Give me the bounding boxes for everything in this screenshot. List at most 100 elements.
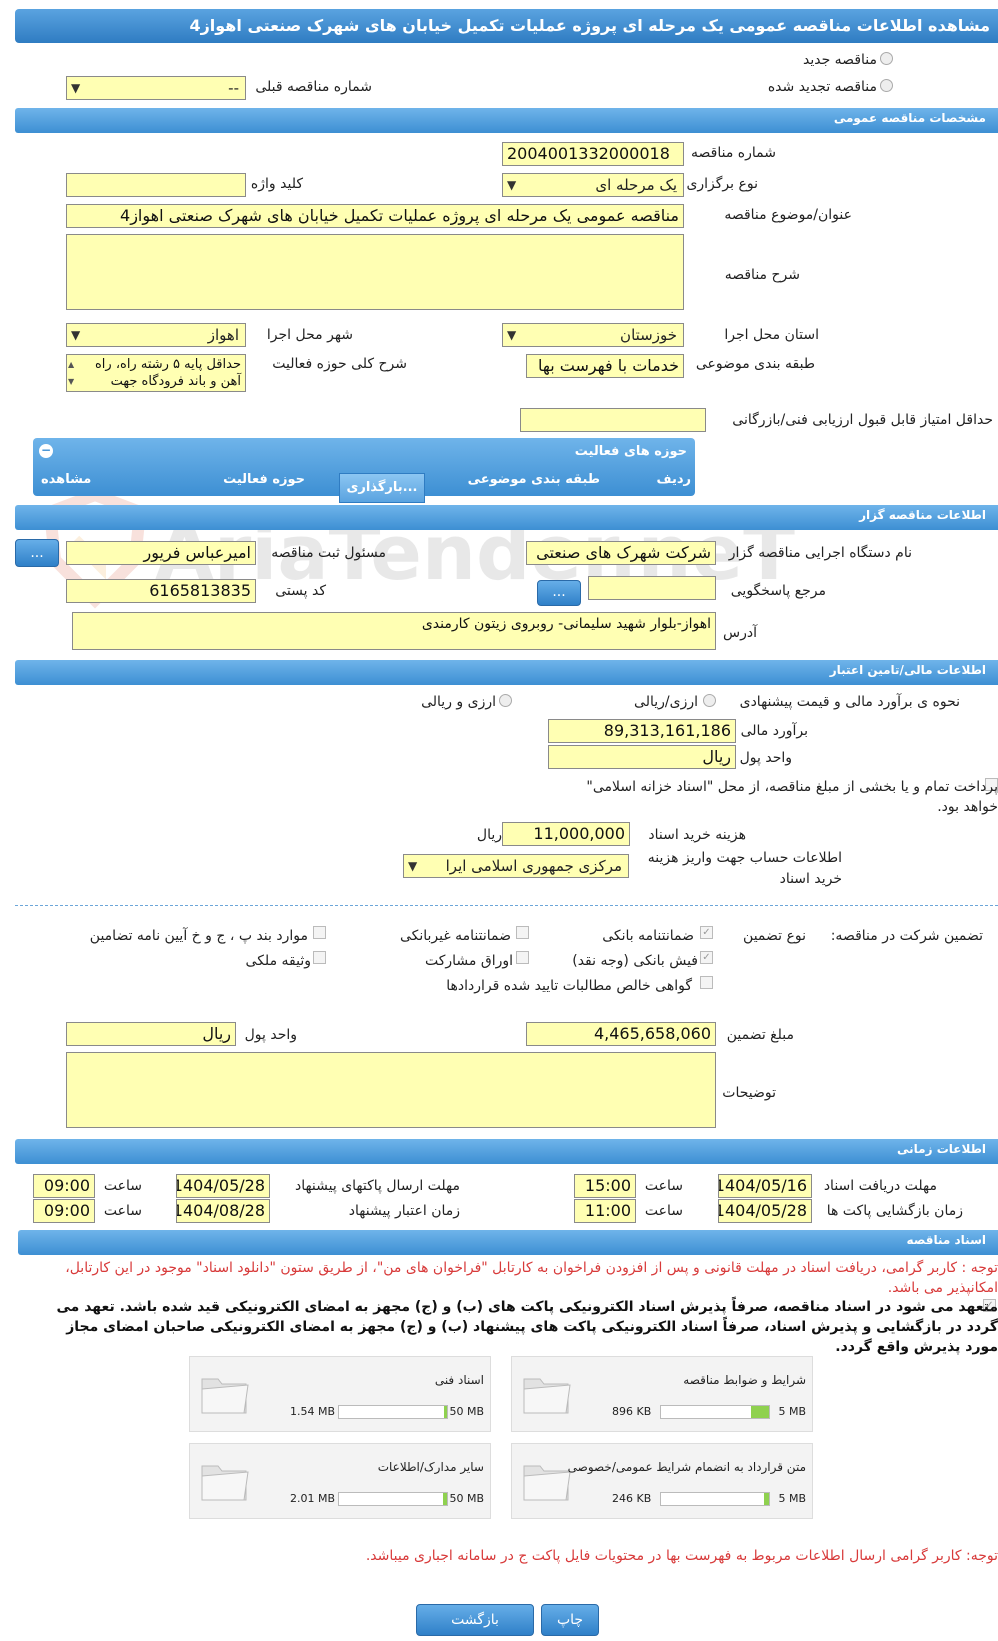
notes-field[interactable] [66,1052,716,1128]
doc-card-progress [660,1492,770,1506]
doc-card-contract[interactable]: متن قرارداد به انضمام شرایط عمومی/خصوصی … [511,1443,813,1519]
valid-date-field[interactable]: 1404/08/28 [176,1199,270,1223]
currency-label: واحد پول [739,750,792,766]
folder-icon [196,1454,252,1506]
doc-card-terms[interactable]: شرایط و ضوابط مناقصه 896 KB 5 MB [511,1356,813,1432]
send-date-field[interactable]: 1404/05/28 [176,1174,270,1198]
valid-label: زمان اعتبار پیشنهاد [348,1203,460,1219]
description-label: شرح مناقصه [724,267,800,283]
min-score-label: حداقل امتیاز قابل قبول ارزیابی فنی/بازرگ… [732,412,993,428]
chk-property[interactable] [313,951,326,964]
chk-property-label: وثیقه ملکی [245,953,311,969]
keyword-field[interactable] [66,173,246,197]
print-button[interactable]: چاپ [541,1604,599,1636]
type-select[interactable]: یک مرحله ای ▼ [502,173,684,197]
account-label: اطلاعات حساب جهت واریز هزینه خرید اسناد [647,850,842,887]
col-view: مشاهده [41,472,92,487]
radio-new-tender[interactable] [880,52,893,65]
subject-field[interactable]: مناقصه عمومی یک مرحله ای پروژه عملیات تک… [66,204,684,228]
chk-cash[interactable]: ✓ [700,951,713,964]
chk-claims[interactable] [700,976,713,989]
chk-non-bank[interactable] [516,926,529,939]
radio-rial-label: ارزی/ریالی [634,694,698,710]
postal-field[interactable]: 6165813835 [66,579,256,603]
address-label: آدرس [723,625,757,641]
responsible-field[interactable]: امیرعباس فریور [66,541,256,565]
doc-card-technical[interactable]: اسناد فنی 1.54 MB 50 MB [189,1356,491,1432]
subject-label: عنوان/موضوع مناقصه [724,207,852,223]
city-label: شهر محل اجرا [266,327,353,343]
footer-note: توجه: کاربر گرامی ارسال اطلاعات مربوط به… [365,1548,998,1564]
radio-renewed-tender[interactable] [880,79,893,92]
organizer-section-header: اطلاعات مناقصه گزار [15,505,998,530]
ref-more-button[interactable]: ... [537,580,581,606]
prev-number-label: شماره مناقصه قبلی [255,79,372,95]
prev-number-select[interactable]: -- ▼ [66,76,246,100]
finance-section-header: اطلاعات مالی/تامین اعتبار [15,660,998,685]
receive-date-field[interactable]: 1404/05/16 [718,1174,812,1198]
open-label: زمان بازگشایی پاکت ها [826,1203,963,1219]
guarantee-title: تضمین شرکت در مناقصه: [830,928,983,944]
city-select[interactable]: اهواز ▼ [66,323,246,347]
province-select[interactable]: خوزستان ▼ [502,323,684,347]
guarantee-amount-field[interactable]: 4,465,658,060 [526,1022,716,1046]
description-field[interactable] [66,234,684,310]
estimate-field[interactable]: 89,313,161,186 [548,719,736,743]
back-button[interactable]: بازگشت [416,1604,534,1636]
chk-cash-label: فیش بانکی (وجه نقد) [572,953,698,969]
valid-time-label: ساعت [103,1203,142,1219]
chk-bank-guarantee[interactable]: ✓ [700,926,713,939]
send-label: مهلت ارسال پاکتهای پیشنهاد [294,1178,460,1194]
doc-fee-field[interactable]: 11,000,000 [502,822,630,846]
activity-table-header: حوزه های فعالیت [574,444,687,459]
activity-desc-scroll[interactable]: ▲ ▼ [68,356,74,390]
doc-card-size: 246 KB [612,1492,652,1505]
activity-desc-label: شرح کلی حوزه فعالیت [272,356,407,372]
category-field[interactable]: خدمات با فهرست بها [526,354,684,378]
method-label: نحوه ی برآورد مالی و قیمت پیشنهادی [739,694,960,710]
send-time-field[interactable]: 09:00 [33,1174,95,1198]
doc-card-size: 896 KB [612,1405,652,1418]
receive-time-label: ساعت [644,1178,683,1194]
send-time-label: ساعت [103,1178,142,1194]
org-field[interactable]: شرکت شهرک های صنعتی [526,541,716,565]
open-date-field[interactable]: 1404/05/28 [718,1199,812,1223]
doc-card-max: 5 MB [778,1405,806,1418]
valid-time-field[interactable]: 09:00 [33,1199,95,1223]
min-score-field[interactable] [520,408,706,432]
documents-note: توجه : کاربر گرامی، دریافت اسناد در مهلت… [65,1260,998,1296]
address-field[interactable]: اهواز-بلوار شهید سلیمانی- روبروی زیتون ک… [72,612,716,650]
doc-card-max: 50 MB [449,1405,484,1418]
account-select[interactable]: مرکزی جمهوری اسلامی ایرا ▼ [403,854,629,878]
tender-number-field[interactable]: 2004001332000018 [502,142,684,166]
chk-items[interactable] [313,926,326,939]
responsible-more-button[interactable]: ... [15,539,59,567]
folder-icon [518,1454,574,1506]
radio-both[interactable] [499,694,512,707]
doc-fee-unit: ریال [476,827,502,843]
receive-time-field[interactable]: 15:00 [574,1174,636,1198]
guarantee-currency-label: واحد پول [244,1027,297,1043]
divider [15,905,998,906]
page-title: مشاهده اطلاعات مناقصه عمومی یک مرحله ای … [15,9,998,43]
chk-bonds[interactable] [516,951,529,964]
folder-icon [196,1367,252,1419]
chk-items-label: موارد بند پ ، ج و خ آیین نامه تضامین [89,928,308,944]
activity-desc-field[interactable]: حداقل پایه ۵ رشته راه، راه آهن و باند فر… [66,354,246,392]
open-time-field[interactable]: 11:00 [574,1199,636,1223]
chk-non-bank-label: ضمانتنامه غیربانکی [399,928,511,944]
doc-card-progress [660,1405,770,1419]
guarantee-currency-field[interactable]: ریال [66,1022,236,1046]
radio-rial[interactable] [703,694,716,707]
doc-card-size: 1.54 MB [290,1405,336,1418]
general-section-header: مشخصات مناقصه عمومی [15,108,998,133]
doc-card-max: 5 MB [778,1492,806,1505]
province-label: استان محل اجرا [724,327,819,343]
collapse-icon[interactable]: − [39,444,53,458]
doc-card-title: متن قرارداد به انضمام شرایط عمومی/خصوصی [567,1460,806,1474]
doc-card-other[interactable]: سایر مدارک/اطلاعات 2.01 MB 50 MB [189,1443,491,1519]
currency-field[interactable]: ریال [548,745,736,769]
ref-field[interactable] [588,576,716,600]
postal-label: کد پستی [275,583,326,599]
doc-card-progress [338,1405,448,1419]
